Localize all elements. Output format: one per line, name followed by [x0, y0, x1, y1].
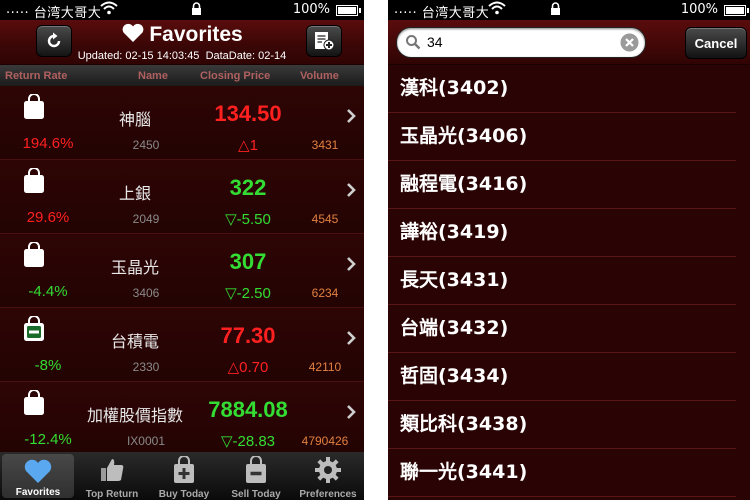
- stock-code: 3406: [132, 286, 160, 300]
- data-date: DataDate: 02-14: [205, 50, 287, 62]
- status-bar: ····· 台湾大哥大 100%: [388, 0, 750, 21]
- tab-sell-today[interactable]: Sell Today: [220, 452, 292, 500]
- battery-icon: [724, 5, 749, 16]
- carrier-label: ····· 台湾大哥大: [6, 6, 102, 21]
- chevron-right-icon: [346, 108, 356, 128]
- tab-label: Sell Today: [231, 489, 281, 500]
- shopping-bag-icon[interactable]: [22, 167, 46, 198]
- tab-favorites[interactable]: Favorites: [2, 454, 74, 498]
- tab-preferences[interactable]: Preferences: [292, 452, 364, 500]
- chevron-right-icon: [346, 182, 356, 202]
- tab-label: Buy Today: [158, 489, 210, 500]
- search-result-item[interactable]: 譁裕(3419): [388, 209, 736, 257]
- search-result-item[interactable]: 融程電(3416): [388, 161, 736, 209]
- stock-row[interactable]: 玉晶光 307 -4.4% 3406 ▽-2.50 6234: [0, 234, 364, 308]
- column-closing-price: Closing Price: [200, 70, 271, 82]
- search-result-item[interactable]: 漢科(3402): [388, 65, 736, 113]
- wifi-icon: [488, 1, 506, 19]
- search-screen: ····· 台湾大哥大 100% Cancel 漢科(3402)玉晶光(3406…: [388, 0, 750, 500]
- carrier-label: ····· 台湾大哥大: [394, 6, 490, 21]
- search-input[interactable]: [427, 32, 607, 52]
- shopping-bag-icon[interactable]: [22, 241, 46, 272]
- updated-time: Updated: 02-15 14:03:45: [77, 50, 200, 62]
- stock-name: 玉晶光: [110, 258, 159, 277]
- column-header: Return Rate Name Closing Price Volume: [0, 65, 364, 87]
- shopping-bag-icon[interactable]: [22, 389, 46, 420]
- volume: 6234: [311, 286, 339, 300]
- stock-code: 2450: [132, 138, 160, 152]
- gear-icon: [315, 457, 341, 483]
- return-rate: -8%: [34, 357, 62, 374]
- closing-price: 7884.08: [208, 397, 288, 422]
- tab-label: Preferences: [299, 489, 357, 500]
- cancel-button[interactable]: Cancel: [685, 27, 747, 59]
- return-rate: -4.4%: [28, 283, 68, 300]
- tab-bar: Favorites Top Return Buy Today Sell Toda…: [0, 452, 364, 500]
- chevron-right-icon: [346, 404, 356, 424]
- document-add-icon: [315, 32, 335, 51]
- tab-buy-today[interactable]: Buy Today: [148, 452, 220, 500]
- stock-row[interactable]: 上銀 322 29.6% 2049 ▽-5.50 4545: [0, 160, 364, 234]
- status-bar: ····· 台湾大哥大 100%: [0, 0, 364, 21]
- stock-name: 加權股價指數: [86, 406, 183, 425]
- stock-name: 上銀: [118, 184, 151, 203]
- search-icon: [405, 34, 421, 54]
- stock-name: 台積電: [110, 332, 159, 351]
- shopping-bag-icon[interactable]: [22, 93, 46, 124]
- battery-icon: [336, 5, 361, 16]
- closing-price: 307: [229, 249, 267, 274]
- column-return-rate: Return Rate: [5, 70, 68, 82]
- volume: 3431: [311, 138, 339, 152]
- wifi-icon: [100, 1, 118, 19]
- thumbs-up-icon: [101, 459, 124, 481]
- favorites-screen: ····· 台湾大哥大 100% Favorites Updated: 02-1…: [0, 0, 364, 500]
- closing-price: 322: [229, 175, 267, 200]
- tab-top-return[interactable]: Top Return: [76, 452, 148, 500]
- stock-code: 2049: [132, 212, 160, 226]
- stock-row[interactable]: 台積電 77.30 -8% 2330 △0.70 42110: [0, 308, 364, 382]
- chevron-right-icon: [346, 256, 356, 276]
- chevron-right-icon: [346, 330, 356, 350]
- shopping-bag-minus-icon[interactable]: [22, 315, 46, 346]
- bag-minus-icon: [246, 456, 266, 483]
- column-volume: Volume: [300, 70, 339, 82]
- volume: 42110: [308, 360, 342, 374]
- stock-code: IX0001: [126, 434, 166, 448]
- closing-price: 77.30: [220, 323, 276, 348]
- battery-percent: 100%: [292, 2, 330, 17]
- nav-bar: Favorites Updated: 02-15 14:03:45 DataDa…: [0, 20, 364, 65]
- stock-name: 神腦: [118, 110, 151, 129]
- search-result-item[interactable]: 類比科(3438): [388, 401, 736, 449]
- search-bar: Cancel: [388, 20, 750, 65]
- edit-list-button[interactable]: [306, 25, 342, 57]
- stock-row[interactable]: 神腦 134.50 194.6% 2450 △1 3431: [0, 86, 364, 160]
- search-result-item[interactable]: 台端(3432): [388, 305, 736, 353]
- clear-search-icon[interactable]: [620, 33, 639, 56]
- return-rate: -12.4%: [24, 431, 72, 448]
- column-name: Name: [138, 70, 168, 82]
- tab-label: Favorites: [15, 487, 61, 498]
- bag-plus-icon: [174, 456, 194, 483]
- heart-icon: [24, 459, 52, 483]
- stock-code: 2330: [132, 360, 160, 374]
- title-text: Favorites: [149, 23, 243, 46]
- battery-percent: 100%: [680, 2, 718, 17]
- search-field[interactable]: [396, 27, 646, 58]
- lock-icon: [550, 2, 561, 20]
- search-result-item[interactable]: 長天(3431): [388, 257, 736, 305]
- tab-label: Top Return: [85, 489, 139, 500]
- return-rate: 194.6%: [22, 135, 74, 152]
- lock-icon: [191, 2, 202, 20]
- search-result-item[interactable]: 哲固(3434): [388, 353, 736, 401]
- closing-price: 134.50: [214, 101, 282, 126]
- return-rate: 29.6%: [26, 209, 70, 226]
- search-result-item[interactable]: 聯一光(3441): [388, 449, 736, 497]
- heart-icon: [122, 23, 144, 42]
- volume: 4545: [311, 212, 339, 226]
- search-result-item[interactable]: 玉晶光(3406): [388, 113, 736, 161]
- stock-row[interactable]: 加權股價指數 7884.08 -12.4% IX0001 ▽-28.83 4790426: [0, 382, 364, 456]
- volume: 4790426: [301, 434, 349, 448]
